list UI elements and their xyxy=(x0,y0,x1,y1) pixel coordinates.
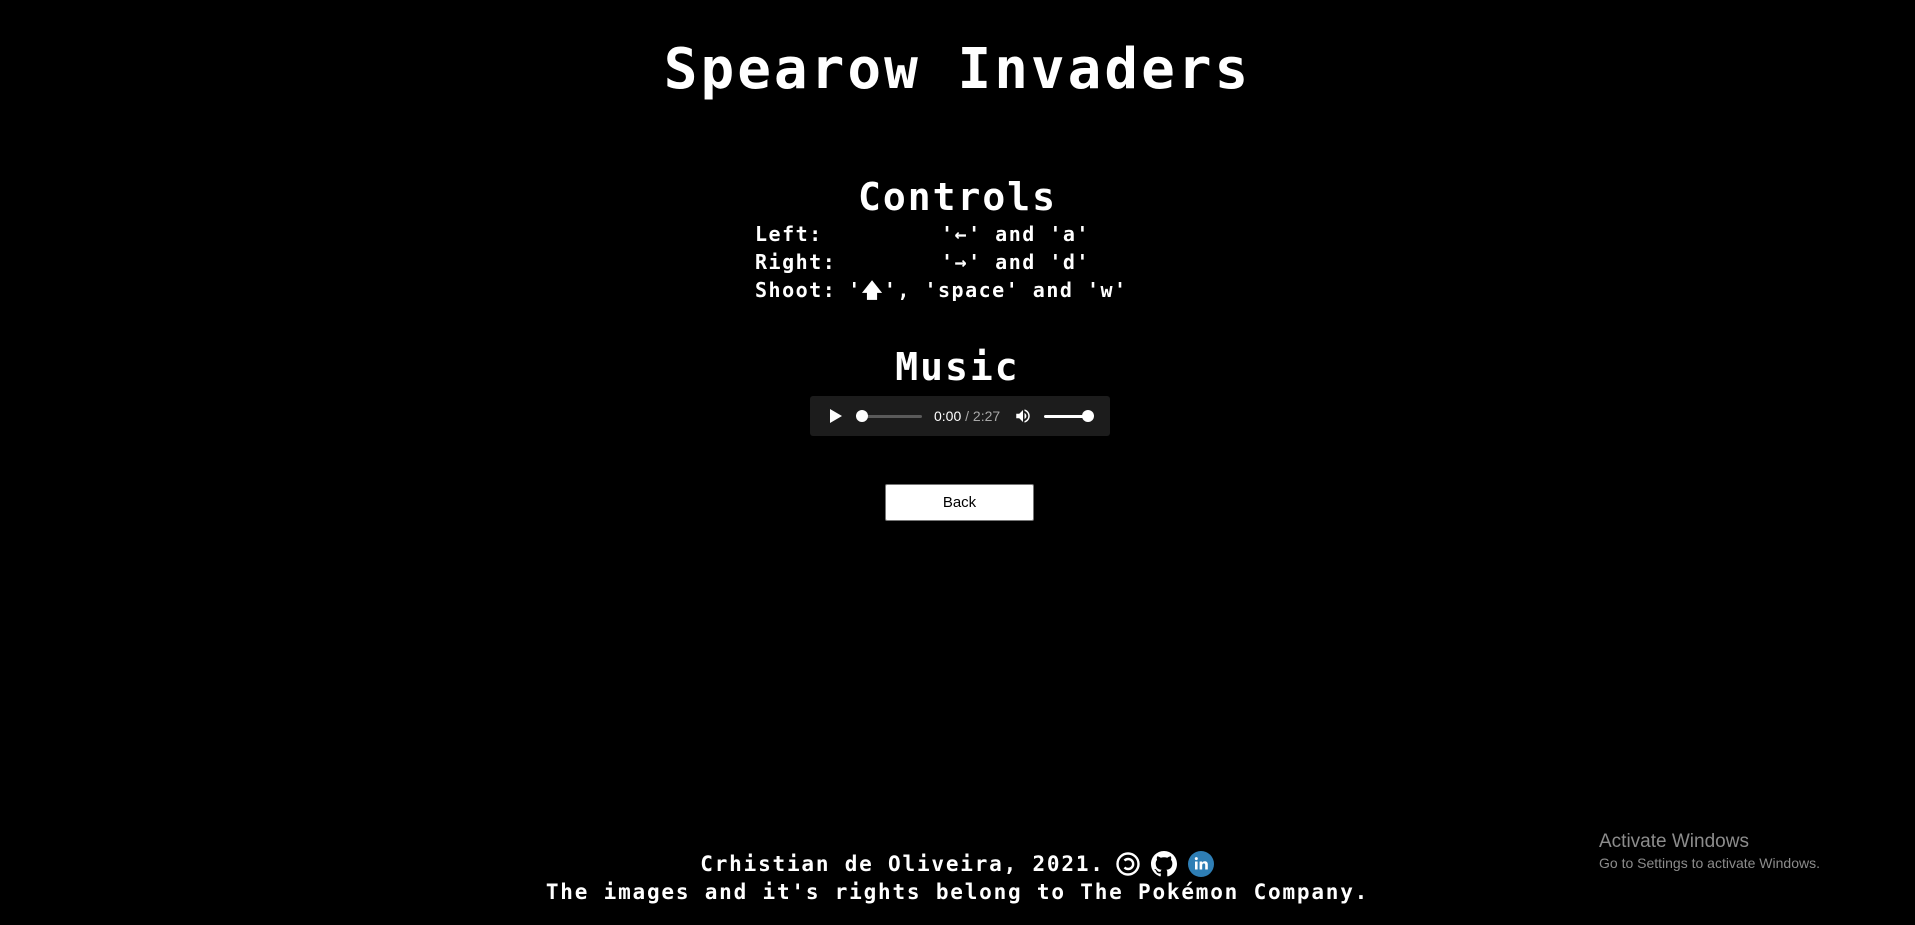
control-row-left: Left: '←' and 'a' xyxy=(755,220,1128,248)
control-label: Left: xyxy=(755,222,823,246)
activate-title: Activate Windows xyxy=(1599,831,1749,852)
seek-thumb[interactable] xyxy=(856,409,868,422)
control-row-right: Right: '→' and 'd' xyxy=(755,248,1128,276)
control-keys: '→' and 'd' xyxy=(941,250,1090,274)
time-separator: / xyxy=(961,408,973,424)
page: Spearow Invaders Controls Left: '←' and '… xyxy=(0,0,1915,925)
seek-slider[interactable] xyxy=(856,409,922,422)
volume-icon[interactable] xyxy=(1014,407,1032,425)
time-display: 0:00 / 2:27 xyxy=(934,408,1000,424)
control-label: Shoot: xyxy=(755,278,837,302)
credit-text: Crhistian de Oliveira, 2021. xyxy=(700,852,1105,876)
current-time: 0:00 xyxy=(934,408,962,424)
control-keys: '🡅', 'space' and 'w' xyxy=(848,278,1128,302)
activate-windows-watermark: Activate Windows Go to Settings to activ… xyxy=(1599,830,1820,872)
control-keys: '←' and 'a' xyxy=(941,222,1090,246)
volume-slider[interactable] xyxy=(1044,409,1095,422)
audio-player: 0:00 / 2:27 xyxy=(810,396,1110,436)
activate-subtitle: Go to Settings to activate Windows. xyxy=(1599,855,1820,871)
copyleft-icon[interactable] xyxy=(1115,851,1141,877)
page-title: Spearow Invaders xyxy=(663,37,1252,102)
duration: 2:27 xyxy=(972,408,1001,424)
control-label: Right: xyxy=(755,250,837,274)
play-icon[interactable] xyxy=(830,409,842,423)
control-row-shoot: Shoot: '🡅', 'space' and 'w' xyxy=(755,276,1128,304)
github-icon[interactable] xyxy=(1150,851,1177,877)
footer-rights: The images and it's rights belong to The… xyxy=(545,880,1370,904)
volume-thumb[interactable] xyxy=(1082,409,1095,422)
linkedin-icon[interactable] xyxy=(1187,850,1215,878)
back-button[interactable]: Back xyxy=(885,484,1034,521)
controls-heading: Controls xyxy=(857,175,1058,219)
controls-list: Left: '←' and 'a' Right: '→' and 'd' Shoot… xyxy=(755,220,1128,304)
music-heading: Music xyxy=(895,345,1020,389)
